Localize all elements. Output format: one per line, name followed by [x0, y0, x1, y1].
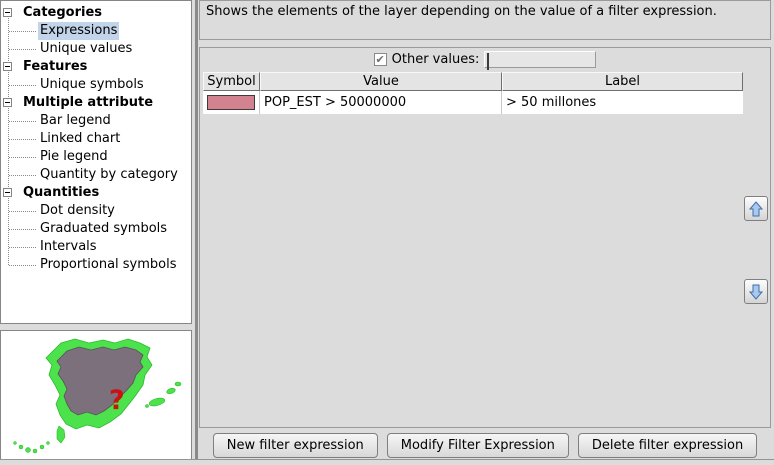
tree-item-label: Bar legend — [38, 112, 113, 130]
legend-description-text: Shows the elements of the layer dependin… — [206, 4, 717, 19]
move-up-button[interactable] — [744, 196, 768, 221]
other-values-color-swatch — [487, 53, 489, 70]
arrow-down-icon — [748, 284, 764, 300]
tree-group-multiple-attribute[interactable]: Multiple attribute — [1, 94, 191, 112]
tree-item-label: Dot density — [38, 202, 117, 220]
arrow-up-icon — [748, 201, 764, 217]
tree-item-linked-chart[interactable]: Linked chart — [1, 130, 191, 148]
legend-description-panel: Shows the elements of the layer dependin… — [199, 0, 771, 40]
filter-table-header: Symbol Value Label — [203, 72, 743, 91]
table-row[interactable]: POP_EST > 50000000 > 50 millones — [203, 91, 743, 114]
symbol-color-swatch — [207, 95, 255, 110]
symbol-cell[interactable] — [203, 91, 260, 114]
panel-splitter[interactable] — [195, 0, 198, 460]
other-values-label: Other values: — [392, 52, 480, 67]
tree-item-label: Unique symbols — [38, 76, 146, 94]
tree-item-dot-density[interactable]: Dot density — [1, 202, 191, 220]
collapse-icon[interactable] — [3, 98, 12, 107]
tree-item-label: Expressions — [38, 22, 119, 40]
collapse-icon[interactable] — [3, 8, 12, 17]
other-values-row: ✔ Other values: — [200, 48, 770, 70]
map-unknown-region — [57, 347, 143, 415]
tree-item-label: Linked chart — [38, 130, 122, 148]
tree-item-intervals[interactable]: Intervals — [1, 238, 191, 256]
other-values-checkbox[interactable]: ✔ — [374, 53, 387, 66]
tree-group-label: Categories — [21, 4, 104, 22]
tree-item-expressions[interactable]: Expressions — [1, 22, 191, 40]
map-islands-southwest — [14, 442, 50, 454]
other-values-color-button[interactable] — [484, 51, 596, 68]
tree-group-quantities[interactable]: Quantities — [1, 184, 191, 202]
value-cell[interactable]: POP_EST > 50000000 — [260, 91, 502, 114]
tree-item-proportional-symbols[interactable]: Proportional symbols — [1, 256, 191, 274]
tree-group-label: Features — [21, 58, 89, 76]
column-header-value[interactable]: Value — [260, 72, 502, 91]
tree-group-label: Quantities — [21, 184, 101, 202]
legend-type-tree: Categories Expressions Unique values Fea… — [0, 0, 192, 324]
column-header-symbol[interactable]: Symbol — [203, 72, 260, 91]
filter-actions-row: New filter expression Modify Filter Expr… — [199, 433, 771, 458]
map-question-mark: ? — [109, 385, 125, 416]
modify-filter-expression-button[interactable]: Modify Filter Expression — [387, 433, 569, 458]
collapse-icon[interactable] — [3, 188, 12, 197]
tree-item-label: Graduated symbols — [38, 220, 169, 238]
new-filter-expression-button[interactable]: New filter expression — [213, 433, 378, 458]
bottom-divider — [0, 459, 774, 460]
tree-item-label: Proportional symbols — [38, 256, 179, 274]
column-header-label[interactable]: Label — [502, 72, 743, 91]
tree-item-unique-symbols[interactable]: Unique symbols — [1, 76, 191, 94]
tree-item-label: Intervals — [38, 238, 99, 256]
delete-filter-expression-button[interactable]: Delete filter expression — [578, 433, 757, 458]
tree-item-unique-values[interactable]: Unique values — [1, 40, 191, 58]
move-down-button[interactable] — [744, 279, 768, 304]
tree-item-graduated-symbols[interactable]: Graduated symbols — [1, 220, 191, 238]
tree-item-quantity-by-category[interactable]: Quantity by category — [1, 166, 191, 184]
tree-item-label: Quantity by category — [38, 166, 180, 184]
tree-group-features[interactable]: Features — [1, 58, 191, 76]
tree-group-label: Multiple attribute — [21, 94, 155, 112]
tree-group-categories[interactable]: Categories — [1, 4, 191, 22]
tree-item-pie-legend[interactable]: Pie legend — [1, 148, 191, 166]
collapse-icon[interactable] — [3, 62, 12, 71]
label-cell[interactable]: > 50 millones — [502, 91, 743, 114]
tree-item-label: Unique values — [38, 40, 134, 58]
tree-item-bar-legend[interactable]: Bar legend — [1, 112, 191, 130]
tree-item-label: Pie legend — [38, 148, 110, 166]
filter-table: Symbol Value Label POP_EST > 50000000 > … — [203, 72, 743, 425]
filter-expression-panel: ✔ Other values: Symbol Value Label POP_E… — [199, 47, 771, 428]
legend-preview-panel: ? — [0, 330, 192, 460]
spain-map-preview: ? — [1, 331, 191, 459]
